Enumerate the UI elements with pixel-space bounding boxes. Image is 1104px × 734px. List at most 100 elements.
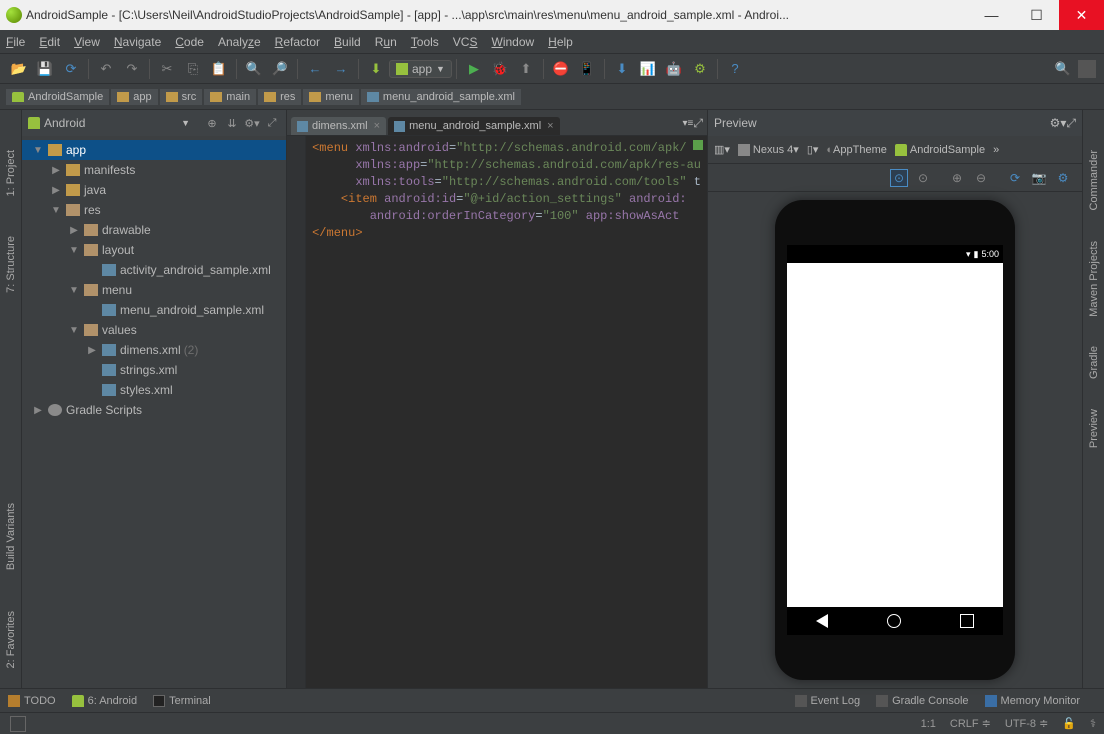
tree-app[interactable]: ▼app [22,140,286,160]
attach-icon[interactable]: ⬆ [515,58,537,80]
menu-run[interactable]: Run [375,35,397,49]
android-manager-icon[interactable]: 🤖 [663,58,685,80]
menu-build[interactable]: Build [334,35,361,49]
tab-build-variants[interactable]: Build Variants [5,503,17,570]
debug-icon[interactable]: 🐞 [489,58,511,80]
lock-icon[interactable]: 🔓 [1062,717,1076,730]
toggle-tool-windows-icon[interactable] [10,716,26,732]
paste-icon[interactable]: 📋 [208,58,230,80]
tab-android[interactable]: 6: Android [72,695,138,707]
device-selector[interactable]: Nexus 4 ▾ [738,143,799,156]
project-tree[interactable]: ▼app ▶manifests ▶java ▼res ▶drawable ▼la… [22,136,286,688]
crumb-src[interactable]: src [160,89,203,105]
line-separator[interactable]: CRLF ≑ [950,717,991,730]
hide-icon[interactable]: ⤢ [264,115,280,131]
save-icon[interactable]: 💾 [34,58,56,80]
zoom-in-icon[interactable]: ⊕ [948,169,966,187]
tree-dimens[interactable]: ▶dimens.xml(2) [22,340,286,360]
crumb-main[interactable]: main [204,89,256,105]
locate-icon[interactable]: ⊕ [204,115,220,131]
close-icon[interactable]: × [547,120,553,132]
orientation-icon[interactable]: ▯▾ [807,143,819,156]
tree-menu[interactable]: ▼menu [22,280,286,300]
crumb-menu[interactable]: menu [303,89,359,105]
cut-icon[interactable]: ✂ [156,58,178,80]
stop-icon[interactable]: ⛔ [550,58,572,80]
tree-res[interactable]: ▼res [22,200,286,220]
back-icon[interactable]: ← [304,58,326,80]
tree-gradle[interactable]: ▶Gradle Scripts [22,400,286,420]
sync-icon[interactable]: ⟳ [60,58,82,80]
crumb-project[interactable]: AndroidSample [6,89,109,105]
copy-icon[interactable]: ⎘ [182,58,204,80]
settings-icon[interactable]: ⚙▾ [1050,116,1067,130]
undo-icon[interactable]: ↶ [95,58,117,80]
design-config-icon[interactable]: ▥▾ [714,143,730,156]
search-icon[interactable]: 🔍 [1052,58,1074,80]
close-icon[interactable]: × [374,120,380,132]
encoding[interactable]: UTF-8 ≑ [1005,717,1048,730]
tab-preview[interactable]: Preview [1088,409,1100,448]
menu-view[interactable]: View [74,35,100,49]
minimize-button[interactable]: — [969,0,1014,30]
tree-layout[interactable]: ▼layout [22,240,286,260]
tree-styles[interactable]: styles.xml [22,380,286,400]
line-gutter[interactable] [287,136,306,688]
tree-java[interactable]: ▶java [22,180,286,200]
tree-manifests[interactable]: ▶manifests [22,160,286,180]
menu-vcs[interactable]: VCS [453,35,478,49]
crumb-file[interactable]: menu_android_sample.xml [361,89,521,105]
close-button[interactable]: ✕ [1059,0,1104,30]
menu-analyze[interactable]: Analyze [218,35,261,49]
tab-structure[interactable]: 7: Structure [5,236,17,293]
tab-maven[interactable]: Maven Projects [1088,241,1100,317]
menu-help[interactable]: Help [548,35,573,49]
menu-file[interactable]: File [6,35,25,49]
find-icon[interactable]: 🔍 [243,58,265,80]
settings-icon[interactable]: ⚙▾ [244,115,260,131]
split-icon[interactable]: ▾≡ [683,118,694,129]
run-config-selector[interactable]: app ▼ [389,60,452,78]
hide-icon[interactable]: ⤢ [1066,116,1076,131]
tab-project[interactable]: 1: Project [5,150,17,196]
tab-terminal[interactable]: Terminal [153,695,211,707]
tree-activity-xml[interactable]: activity_android_sample.xml [22,260,286,280]
inspection-indicator[interactable] [693,140,703,150]
tab-commander[interactable]: Commander [1088,150,1100,211]
crumb-res[interactable]: res [258,89,301,105]
tab-event-log[interactable]: Event Log [795,695,861,707]
replace-icon[interactable]: 🔎 [269,58,291,80]
expand-icon[interactable]: ⤢ [693,116,703,131]
collapse-icon[interactable]: ⇊ [224,115,240,131]
monitor-icon[interactable]: 📊 [637,58,659,80]
menu-edit[interactable]: Edit [39,35,60,49]
forward-icon[interactable]: → [330,58,352,80]
tab-dimens[interactable]: dimens.xml× [291,117,386,135]
code-editor[interactable]: <menu xmlns:android="http://schemas.andr… [306,136,707,688]
more-icon[interactable]: » [993,144,999,156]
module-selector[interactable]: AndroidSample [895,144,985,156]
zoom-fit-icon[interactable]: ⊙ [890,169,908,187]
tab-gradle[interactable]: Gradle [1088,346,1100,379]
refresh-icon[interactable]: ⟳ [1006,169,1024,187]
open-icon[interactable]: 📂 [8,58,30,80]
tree-drawable[interactable]: ▶drawable [22,220,286,240]
code-area[interactable]: <menu xmlns:android="http://schemas.andr… [287,136,707,688]
caret-position[interactable]: 1:1 [921,718,936,730]
tree-menu-xml[interactable]: menu_android_sample.xml [22,300,286,320]
avd-icon[interactable]: 📱 [576,58,598,80]
run-icon[interactable]: ▶ [463,58,485,80]
menu-window[interactable]: Window [491,35,534,49]
menu-refactor[interactable]: Refactor [275,35,320,49]
make-icon[interactable]: ⬇ [365,58,387,80]
menu-tools[interactable]: Tools [411,35,439,49]
tab-favorites[interactable]: 2: Favorites [5,611,17,668]
tree-strings[interactable]: strings.xml [22,360,286,380]
theme-selector[interactable]: ◐ AppTheme [826,144,886,156]
hat-icon[interactable]: ⚕ [1090,717,1096,730]
screenshot-icon[interactable]: 📷 [1030,169,1048,187]
tab-todo[interactable]: TODO [8,695,56,707]
maximize-button[interactable]: ☐ [1014,0,1059,30]
zoom-out-icon[interactable]: ⊖ [972,169,990,187]
menu-navigate[interactable]: Navigate [114,35,161,49]
